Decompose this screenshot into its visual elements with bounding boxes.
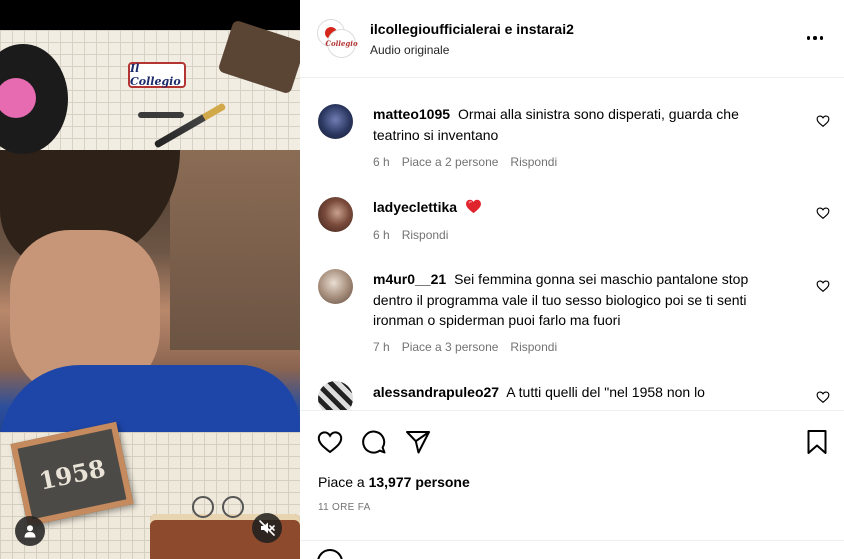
share-button[interactable] — [404, 428, 432, 456]
avatar-collegio[interactable]: Collegio — [325, 30, 358, 57]
comment-avatar[interactable] — [318, 104, 353, 139]
heart-outline-icon — [317, 431, 343, 454]
glasses-graphic — [192, 496, 246, 522]
post-authors: ilcollegioufficialerai e instarai2 — [370, 21, 574, 37]
comment-like-heart-icon[interactable] — [816, 390, 830, 404]
comment-like-heart-icon[interactable] — [816, 279, 830, 293]
likes-prefix: Piace a — [318, 474, 365, 490]
comment-like-heart-icon[interactable] — [816, 114, 830, 128]
comment-button[interactable] — [360, 428, 388, 456]
photo-background-wall — [170, 150, 300, 350]
post-header: Collegio ilcollegioufficialerai e instar… — [300, 0, 844, 78]
like-button[interactable] — [316, 428, 344, 456]
comment-body: matteo1095 Ormai alla sinistra sono disp… — [373, 104, 783, 145]
comment-meta: 6 h Rispondi — [373, 228, 448, 242]
comment-avatar[interactable] — [318, 197, 353, 232]
author-primary-link[interactable]: ilcollegioufficialerai — [370, 21, 501, 37]
comments-list[interactable]: matteo1095 Ormai alla sinistra sono disp… — [300, 78, 844, 411]
comment-meta: 6 h Piace a 2 persone Rispondi — [373, 155, 557, 169]
comment-likes[interactable]: Piace a 3 persone — [402, 340, 499, 354]
heart-emoji-icon — [466, 199, 481, 214]
comment-username[interactable]: m4ur0__21 — [373, 271, 446, 287]
likes-summary[interactable]: Piace a 13,977 persone — [318, 474, 470, 490]
comment-time[interactable]: 6 h — [373, 155, 390, 169]
comment-reply-button[interactable]: Rispondi — [510, 340, 557, 354]
comment-reply-button[interactable]: Rispondi — [402, 228, 449, 242]
speaker-muted-icon — [259, 520, 275, 536]
likes-suffix: persone — [415, 474, 470, 490]
post-media[interactable]: Il Collegio 1958 — [0, 0, 300, 559]
comment-avatar[interactable] — [318, 269, 353, 304]
comment-text: A tutti quelli del "nel 1958 non lo — [506, 384, 705, 400]
comment-reply-button[interactable]: Rispondi — [510, 155, 557, 169]
user-icon — [24, 525, 36, 538]
pen-graphic-small — [138, 112, 184, 118]
comment-avatar[interactable] — [318, 381, 353, 410]
likes-count: 13,977 — [368, 474, 412, 490]
chalkboard-year: 1958 — [36, 452, 108, 496]
save-button[interactable] — [803, 428, 831, 456]
more-options-button[interactable] — [802, 26, 828, 50]
comment-body: alessandrapuleo27 A tutti quelli del "ne… — [373, 382, 783, 403]
comment-username[interactable]: alessandrapuleo27 — [373, 384, 499, 400]
post-actions-bar — [300, 411, 844, 471]
comment-time[interactable]: 7 h — [373, 340, 390, 354]
comment-bubble-icon — [362, 430, 386, 454]
add-comment-bar — [300, 540, 844, 559]
author-avatars[interactable]: Collegio — [317, 19, 358, 57]
audio-label[interactable]: Audio originale — [370, 43, 449, 57]
author-secondary-link[interactable]: instarai2 — [516, 21, 574, 37]
post-sidebar: Collegio ilcollegioufficialerai e instar… — [300, 0, 844, 559]
emoji-picker-icon[interactable] — [317, 549, 343, 559]
post-timestamp[interactable]: 11 ORE FA — [318, 502, 371, 513]
comment-body: m4ur0__21 Sei femmina gonna sei maschio … — [373, 269, 783, 331]
comment-username[interactable]: matteo1095 — [373, 106, 450, 122]
paper-plane-icon — [406, 431, 430, 454]
comment-meta: 7 h Piace a 3 persone Rispondi — [373, 340, 557, 354]
tagged-users-button[interactable] — [15, 516, 45, 546]
comment-time[interactable]: 6 h — [373, 228, 390, 242]
comment-likes[interactable]: Piace a 2 persone — [402, 155, 499, 169]
comment-username[interactable]: ladyeclettika — [373, 199, 457, 215]
il-collegio-logo: Il Collegio — [128, 62, 186, 88]
comment-like-heart-icon[interactable] — [816, 206, 830, 220]
logo-text: Il Collegio — [130, 62, 181, 88]
mute-toggle-button[interactable] — [252, 513, 282, 543]
author-conjunction: e — [504, 21, 513, 37]
more-dots-icon — [806, 36, 824, 40]
media-photo — [0, 150, 300, 445]
vinyl-label — [0, 78, 36, 118]
bookmark-icon — [807, 430, 827, 454]
comment-body: ladyeclettika — [373, 197, 783, 218]
